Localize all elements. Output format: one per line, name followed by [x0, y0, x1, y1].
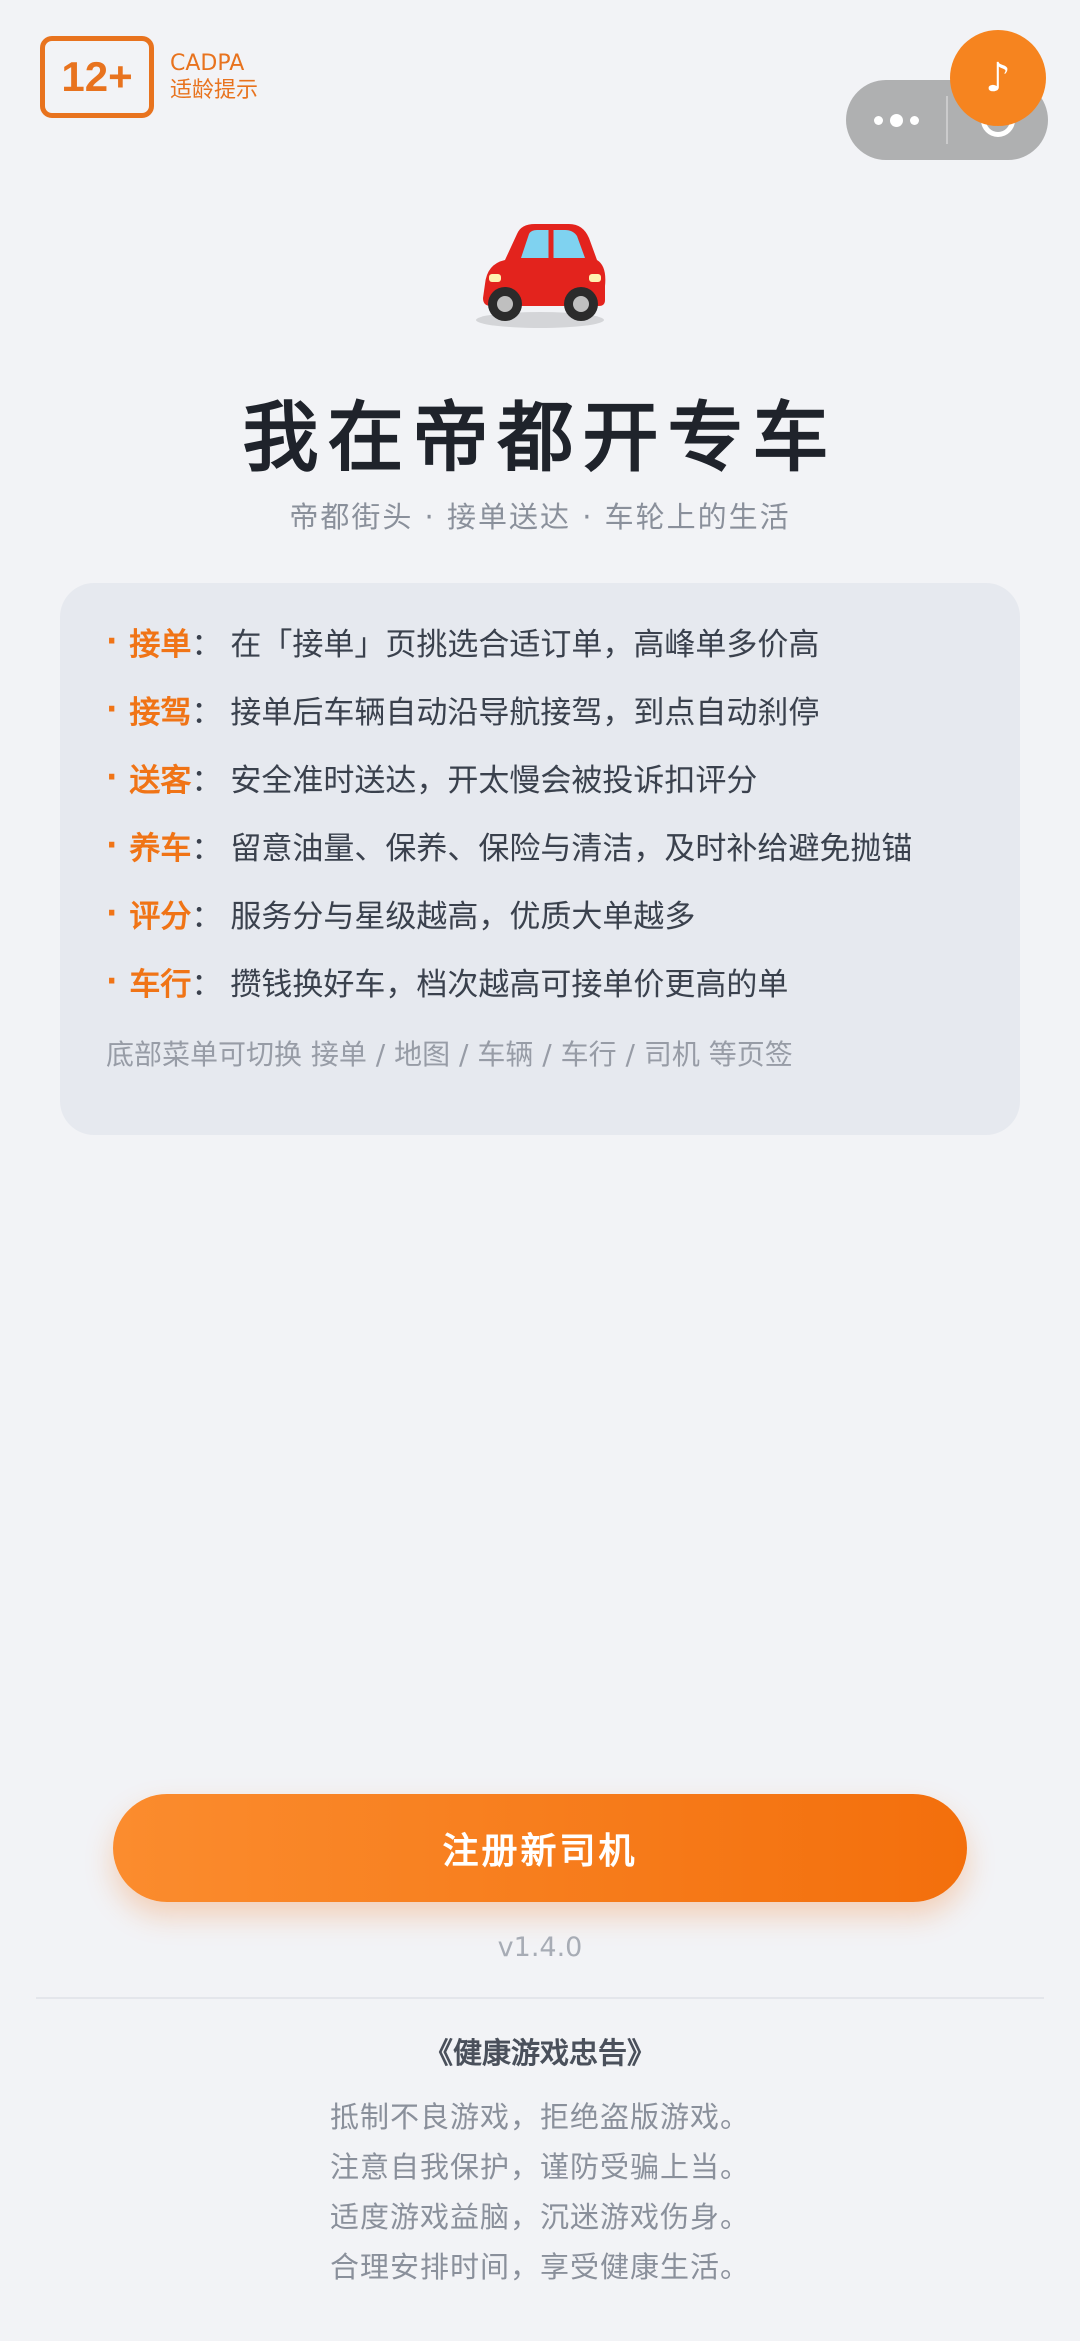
- rule-item: · 接单 ： 在「接单」页挑选合适订单，高峰单多价高: [106, 607, 974, 675]
- more-dot: [889, 113, 903, 127]
- more-dot: [909, 115, 919, 125]
- tabs-hint: 底部菜单可切换 接单 / 地图 / 车辆 / 车行 / 司机 等页签: [106, 1038, 793, 1071]
- register-driver-button[interactable]: 注册新司机: [113, 1794, 967, 1902]
- page-subtitle: 帝都街头 · 接单送达 · 车轮上的生活: [289, 500, 791, 534]
- rule-desc: 接单后车辆自动沿导航接驾，到点自动刹停: [230, 694, 820, 731]
- age-rating-text: CADPA 适龄提示: [170, 50, 258, 104]
- rule-colon: ：: [191, 762, 223, 799]
- rule-colon: ：: [191, 830, 223, 867]
- rule-desc: 安全准时送达，开太慢会被投诉扣评分: [230, 762, 758, 799]
- rule-colon: ：: [191, 966, 223, 1003]
- divider: [36, 1997, 1044, 1999]
- music-toggle-button[interactable]: ♪: [950, 30, 1046, 126]
- health-advice-title: 《健康游戏忠告》: [423, 2036, 656, 2070]
- car-emoji-icon: [0, 212, 1080, 332]
- rule-desc: 服务分与星级越高，优质大单越多: [230, 898, 696, 935]
- health-advice-line: 适度游戏益脑，沉迷游戏伤身。: [329, 2200, 750, 2234]
- version-label: v1.4.0: [497, 1932, 583, 1963]
- rule-term: 送客: [129, 762, 192, 799]
- rule-item: · 接驾 ： 接单后车辆自动沿导航接驾，到点自动刹停: [106, 675, 974, 743]
- bullet: ·: [106, 691, 118, 727]
- rule-desc: 留意油量、保养、保险与清洁，及时补给避免抛锚: [230, 830, 913, 867]
- page-title: 我在帝都开专车: [242, 393, 838, 482]
- rule-colon: ：: [191, 694, 223, 731]
- rules-card: · 接单 ： 在「接单」页挑选合适订单，高峰单多价高 · 接驾 ： 接单后车辆自…: [60, 583, 1020, 1135]
- rule-term: 接单: [129, 626, 192, 663]
- rule-desc: 攒钱换好车，档次越高可接单价更高的单: [230, 966, 789, 1003]
- rule-item: · 养车 ： 留意油量、保养、保险与清洁，及时补给避免抛锚: [106, 811, 974, 879]
- bullet: ·: [106, 623, 118, 659]
- bullet: ·: [106, 827, 118, 863]
- rule-term: 养车: [129, 830, 192, 867]
- rule-colon: ：: [191, 898, 223, 935]
- rule-term: 接驾: [129, 694, 192, 731]
- more-dots-icon[interactable]: [846, 113, 946, 127]
- rule-desc: 在「接单」页挑选合适订单，高峰单多价高: [230, 626, 820, 663]
- bullet: ·: [106, 759, 118, 795]
- age-rating-value: 12+: [40, 36, 154, 118]
- age-rating-org: CADPA: [170, 51, 245, 76]
- rule-colon: ：: [191, 626, 223, 663]
- health-advice-line: 合理安排时间，享受健康生活。: [329, 2250, 750, 2284]
- age-rating-badge: 12+ CADPA 适龄提示: [40, 36, 258, 118]
- health-advice-line: 抵制不良游戏，拒绝盗版游戏。: [329, 2100, 750, 2134]
- rule-item: · 评分 ： 服务分与星级越高，优质大单越多: [106, 879, 974, 947]
- bullet: ·: [106, 895, 118, 931]
- car-illustration: [476, 224, 606, 328]
- rule-term: 车行: [129, 966, 192, 1003]
- rule-item: · 送客 ： 安全准时送达，开太慢会被投诉扣评分: [106, 743, 974, 811]
- rule-item: · 车行 ： 攒钱换好车，档次越高可接单价更高的单: [106, 947, 974, 1015]
- more-dot: [873, 115, 883, 125]
- health-advice-line: 注意自我保护，谨防受骗上当。: [329, 2150, 750, 2184]
- music-note-icon: ♪: [985, 55, 1011, 101]
- rule-term: 评分: [129, 898, 192, 935]
- bullet: ·: [106, 963, 118, 999]
- age-rating-note: 适龄提示: [170, 78, 259, 103]
